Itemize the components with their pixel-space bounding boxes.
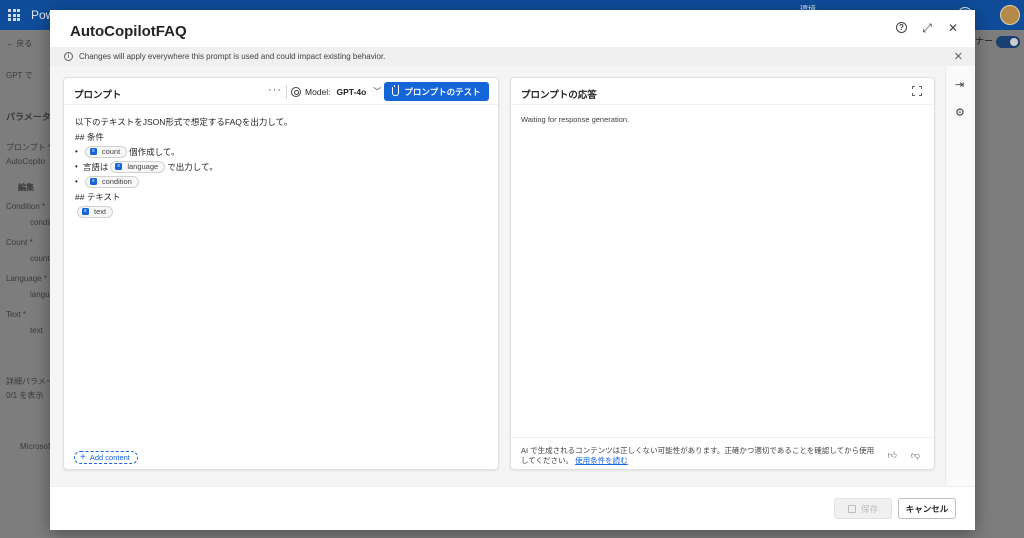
disclaimer-text: AI で生成されるコンテンツは正しくない可能性があります。正確かつ適切であること…	[521, 446, 875, 465]
avatar[interactable]	[1000, 5, 1020, 25]
response-status: Waiting for response generation.	[521, 115, 630, 124]
divider	[511, 437, 934, 438]
prompt-line: • 言語は ≡ language で出力して。	[75, 159, 292, 174]
feedback-buttons: 👍︎ 👎︎	[887, 450, 920, 461]
dialog-footer: 保存 キャンセル	[50, 486, 975, 530]
variable-icon: ≡	[89, 178, 97, 185]
prompt-line: ## テキスト	[75, 189, 292, 204]
prompt-text: で出力して。	[167, 161, 218, 172]
language-label: Language *	[6, 274, 47, 283]
advanced-label: 詳細パラメー	[6, 377, 54, 386]
test-prompt-label: プロンプトのテスト	[404, 86, 481, 97]
prompt-panel-title: プロンプト	[74, 90, 122, 101]
chip-label: language	[127, 162, 159, 171]
divider	[286, 85, 287, 99]
prompt-field-value: AutoCopilo	[6, 157, 46, 166]
side-rail: ⇥ ⚙	[945, 66, 975, 486]
bullet: •	[75, 162, 78, 171]
save-icon	[847, 504, 856, 513]
chip-label: text	[94, 207, 107, 216]
info-icon: i	[64, 52, 73, 61]
variable-icon: ≡	[82, 208, 89, 215]
response-panel-title: プロンプトの応答	[521, 90, 597, 101]
ai-disclaimer: AI で生成されるコンテンツは正しくない可能性があります。正確かつ適切であること…	[521, 446, 881, 466]
test-prompt-button[interactable]: プロンプトのテスト	[384, 82, 489, 101]
chip-label: count	[101, 147, 121, 156]
save-button[interactable]: 保存	[834, 498, 892, 519]
prompt-line: ## 条件	[75, 129, 292, 144]
gear-icon	[291, 86, 301, 97]
banner-close-icon[interactable]: ✕	[954, 50, 963, 63]
variable-icon: ≡	[89, 148, 97, 155]
prompt-line: • ≡ count 個作成して。	[75, 144, 292, 159]
response-panel: プロンプトの応答 Waiting for response generation…	[510, 77, 935, 470]
workspace: プロンプト ··· Model: GPT-4o ﹀ プロンプトのテスト 以下のテ…	[50, 66, 945, 486]
chevron-down-icon: ﹀	[373, 87, 382, 96]
help-icon[interactable]: ?	[896, 22, 907, 33]
thumbs-down-icon[interactable]: 👎︎	[911, 450, 920, 461]
warning-banner: i Changes will apply everywhere this pro…	[50, 47, 975, 66]
export-icon[interactable]: ⇥	[955, 78, 964, 91]
prompt-text: 以下のテキストをJSON形式で想定するFAQを出力して。	[75, 116, 293, 127]
model-selector[interactable]: Model: GPT-4o ﹀	[291, 86, 381, 97]
add-content-button[interactable]: + Add content	[74, 451, 138, 464]
bullet: •	[75, 177, 78, 186]
count-label: Count *	[6, 238, 33, 247]
prompt-text: 個作成して。	[129, 146, 180, 157]
prompt-line: ≡ text	[75, 204, 292, 219]
flask-icon	[392, 85, 400, 96]
text-value: text	[30, 326, 43, 335]
add-content-label: Add content	[89, 453, 130, 462]
back-link: ← 戻る	[6, 39, 33, 48]
gpt-label: GPT で	[6, 71, 33, 80]
condition-label: Condition *	[6, 202, 46, 211]
model-label: Model:	[305, 86, 331, 97]
count-variable-chip[interactable]: ≡ count	[84, 145, 128, 158]
close-icon[interactable]: ✕	[947, 21, 959, 35]
advanced-value: 0/1 を表示	[6, 391, 44, 400]
prompt-text: 言語は	[82, 161, 109, 172]
expand-dialog-icon[interactable]: ⤢	[921, 21, 933, 35]
text-variable-chip[interactable]: ≡ text	[77, 205, 114, 218]
prompt-panel: プロンプト ··· Model: GPT-4o ﹀ プロンプトのテスト 以下のテ…	[63, 77, 499, 470]
prompt-panel-header: プロンプト ··· Model: GPT-4o ﹀ プロンプトのテスト	[64, 78, 498, 105]
bullet: •	[75, 147, 78, 156]
fullscreen-icon[interactable]	[912, 86, 922, 96]
terms-link[interactable]: 使用条件を読む	[575, 456, 628, 465]
prompt-line: • ≡ condition	[75, 174, 292, 189]
dialog-title: AutoCopilotFAQ	[70, 23, 187, 40]
params-heading: パラメータ	[6, 112, 51, 122]
language-variable-chip[interactable]: ≡ language	[110, 160, 166, 173]
chip-label: condition	[101, 177, 132, 186]
background-right-label: ナー	[975, 36, 994, 46]
prompt-text: ## テキスト	[75, 191, 121, 202]
prompt-edit-dialog: AutoCopilotFAQ ? ⤢ ✕ i Changes will appl…	[50, 10, 975, 530]
dialog-actions: ? ⤢ ✕	[896, 21, 959, 35]
text-label: Text *	[6, 310, 27, 319]
prompt-editor[interactable]: 以下のテキストをJSON形式で想定するFAQを出力して。 ## 条件 • ≡ co…	[75, 114, 292, 219]
condition-variable-chip[interactable]: ≡ condition	[84, 175, 139, 188]
response-panel-header: プロンプトの応答	[511, 78, 934, 105]
cancel-button[interactable]: キャンセル	[898, 498, 956, 519]
background-toggle	[996, 36, 1020, 48]
prompt-line: 以下のテキストをJSON形式で想定するFAQを出力して。	[75, 114, 292, 129]
background-sidebar: ← 戻る GPT で パラメータ プロンプト * AutoCopilo 編集 C…	[0, 30, 54, 538]
save-label: 保存	[860, 503, 878, 514]
count-value: count	[30, 254, 50, 263]
thumbs-up-icon[interactable]: 👍︎	[887, 450, 896, 461]
variable-icon: ≡	[115, 163, 123, 170]
settings-icon[interactable]: ⚙	[955, 106, 965, 119]
more-options-icon[interactable]: ···	[268, 84, 282, 96]
app-launcher-icon[interactable]	[8, 9, 20, 21]
microsoft-label: Microsof	[20, 442, 51, 451]
plus-icon: +	[80, 451, 86, 463]
banner-text: Changes will apply everywhere this promp…	[79, 52, 386, 61]
edit-button: 編集	[18, 183, 34, 192]
prompt-field-label: プロンプト *	[6, 143, 52, 152]
model-value: GPT-4o	[336, 86, 367, 97]
prompt-text: ## 条件	[75, 131, 104, 142]
